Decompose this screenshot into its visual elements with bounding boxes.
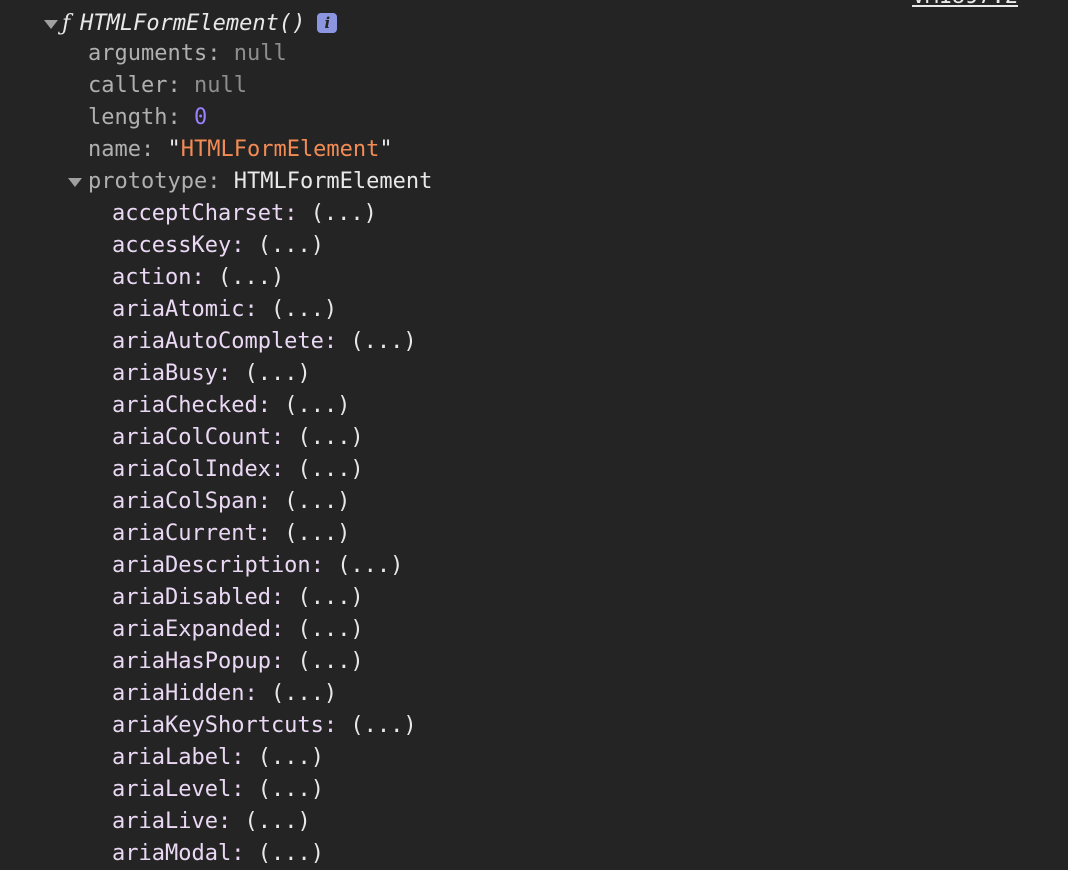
- accessor-invoke-getter[interactable]: (...): [244, 809, 310, 834]
- accessor-key: ariaColSpan: [112, 489, 258, 514]
- accessor-row: ariaBusy: (...): [112, 361, 311, 386]
- accessor-row: ariaDisabled: (...): [112, 585, 364, 610]
- property-row-length: length: 0: [88, 105, 208, 130]
- expand-arrow-icon[interactable]: [44, 20, 58, 29]
- property-key: length: [88, 105, 168, 130]
- accessor-key: action: [112, 265, 192, 290]
- accessor-row: ariaLabel: (...): [112, 745, 324, 770]
- info-icon[interactable]: i: [317, 13, 338, 33]
- property-row-arguments: arguments: null: [88, 41, 287, 66]
- accessor-row: ariaKeyShortcuts: (...): [112, 713, 417, 738]
- accessor-key: ariaExpanded: [112, 617, 271, 642]
- accessor-invoke-getter[interactable]: (...): [297, 457, 363, 482]
- accessor-row: ariaHidden: (...): [112, 681, 338, 706]
- accessor-invoke-getter[interactable]: (...): [271, 297, 337, 322]
- accessor-row: ariaAtomic: (...): [112, 297, 338, 322]
- prototype-key: prototype: [88, 169, 208, 194]
- accessor-invoke-getter[interactable]: (...): [337, 553, 403, 578]
- accessor-key: ariaBusy: [112, 361, 218, 386]
- accessor-row: ariaLive: (...): [112, 809, 311, 834]
- accessor-key: ariaAutoComplete: [112, 329, 324, 354]
- function-name: HTMLFormElement(): [80, 11, 306, 36]
- property-key: arguments: [88, 41, 208, 66]
- accessor-row: acceptCharset: (...): [112, 201, 377, 226]
- accessor-invoke-getter[interactable]: (...): [297, 617, 363, 642]
- accessor-invoke-getter[interactable]: (...): [297, 649, 363, 674]
- property-value: null: [193, 73, 247, 98]
- property-row-name: name: "HTMLFormElement": [88, 137, 393, 162]
- accessor-row: ariaHasPopup: (...): [112, 649, 364, 674]
- source-link[interactable]: VM1897:2: [912, 0, 1018, 8]
- accessor-row: ariaChecked: (...): [112, 393, 351, 418]
- accessor-invoke-getter[interactable]: (...): [284, 393, 350, 418]
- property-value: HTMLFormElement: [180, 137, 380, 162]
- prototype-value: HTMLFormElement: [233, 169, 433, 194]
- accessor-key: ariaLive: [112, 809, 218, 834]
- accessor-key: ariaDisabled: [112, 585, 271, 610]
- console-object-tree: VM1897:2 ƒ HTMLFormElement() i arguments: …: [0, 0, 1068, 866]
- accessor-key: ariaDescription: [112, 553, 311, 578]
- function-f-icon: ƒ: [62, 11, 71, 36]
- accessor-key: ariaModal: [112, 841, 232, 866]
- accessor-key: ariaLevel: [112, 777, 232, 802]
- accessor-key: ariaLabel: [112, 745, 232, 770]
- accessor-row: ariaCurrent: (...): [112, 521, 351, 546]
- accessor-row: ariaColCount: (...): [112, 425, 364, 450]
- accessor-key: ariaHasPopup: [112, 649, 271, 674]
- accessor-key: acceptCharset: [112, 201, 285, 226]
- accessor-invoke-getter[interactable]: (...): [284, 521, 350, 546]
- accessor-key: ariaColIndex: [112, 457, 271, 482]
- property-key: caller: [88, 73, 168, 98]
- accessor-invoke-getter[interactable]: (...): [350, 329, 416, 354]
- accessor-key: ariaHidden: [112, 681, 245, 706]
- accessor-key: ariaCurrent: [112, 521, 258, 546]
- accessor-invoke-getter[interactable]: (...): [311, 201, 377, 226]
- accessor-row: action: (...): [112, 265, 285, 290]
- accessor-invoke-getter[interactable]: (...): [350, 713, 416, 738]
- accessor-key: ariaKeyShortcuts: [112, 713, 324, 738]
- accessor-invoke-getter[interactable]: (...): [297, 425, 363, 450]
- accessor-row: ariaColIndex: (...): [112, 457, 364, 482]
- function-header[interactable]: ƒ HTMLFormElement() i: [62, 8, 338, 40]
- accessor-key: accessKey: [112, 233, 232, 258]
- property-value: 0: [193, 105, 208, 130]
- accessor-key: ariaAtomic: [112, 297, 245, 322]
- property-value: null: [233, 41, 287, 66]
- accessor-invoke-getter[interactable]: (...): [258, 745, 324, 770]
- accessor-row: ariaModal: (...): [112, 841, 324, 866]
- accessor-row: ariaColSpan: (...): [112, 489, 351, 514]
- accessor-row: ariaDescription: (...): [112, 553, 404, 578]
- expand-arrow-icon[interactable]: [68, 178, 82, 187]
- accessor-invoke-getter[interactable]: (...): [258, 841, 324, 866]
- accessor-invoke-getter[interactable]: (...): [218, 265, 284, 290]
- accessor-row: accessKey: (...): [112, 233, 324, 258]
- accessor-invoke-getter[interactable]: (...): [244, 361, 310, 386]
- accessor-key: ariaColCount: [112, 425, 271, 450]
- accessor-row: ariaAutoComplete: (...): [112, 329, 417, 354]
- property-row-caller: caller: null: [88, 73, 247, 98]
- accessor-row: ariaExpanded: (...): [112, 617, 364, 642]
- accessor-invoke-getter[interactable]: (...): [284, 489, 350, 514]
- property-key: name: [88, 137, 141, 162]
- accessor-invoke-getter[interactable]: (...): [258, 777, 324, 802]
- accessor-invoke-getter[interactable]: (...): [271, 681, 337, 706]
- accessor-invoke-getter[interactable]: (...): [297, 585, 363, 610]
- accessor-row: ariaLevel: (...): [112, 777, 324, 802]
- accessor-key: ariaChecked: [112, 393, 258, 418]
- accessor-invoke-getter[interactable]: (...): [258, 233, 324, 258]
